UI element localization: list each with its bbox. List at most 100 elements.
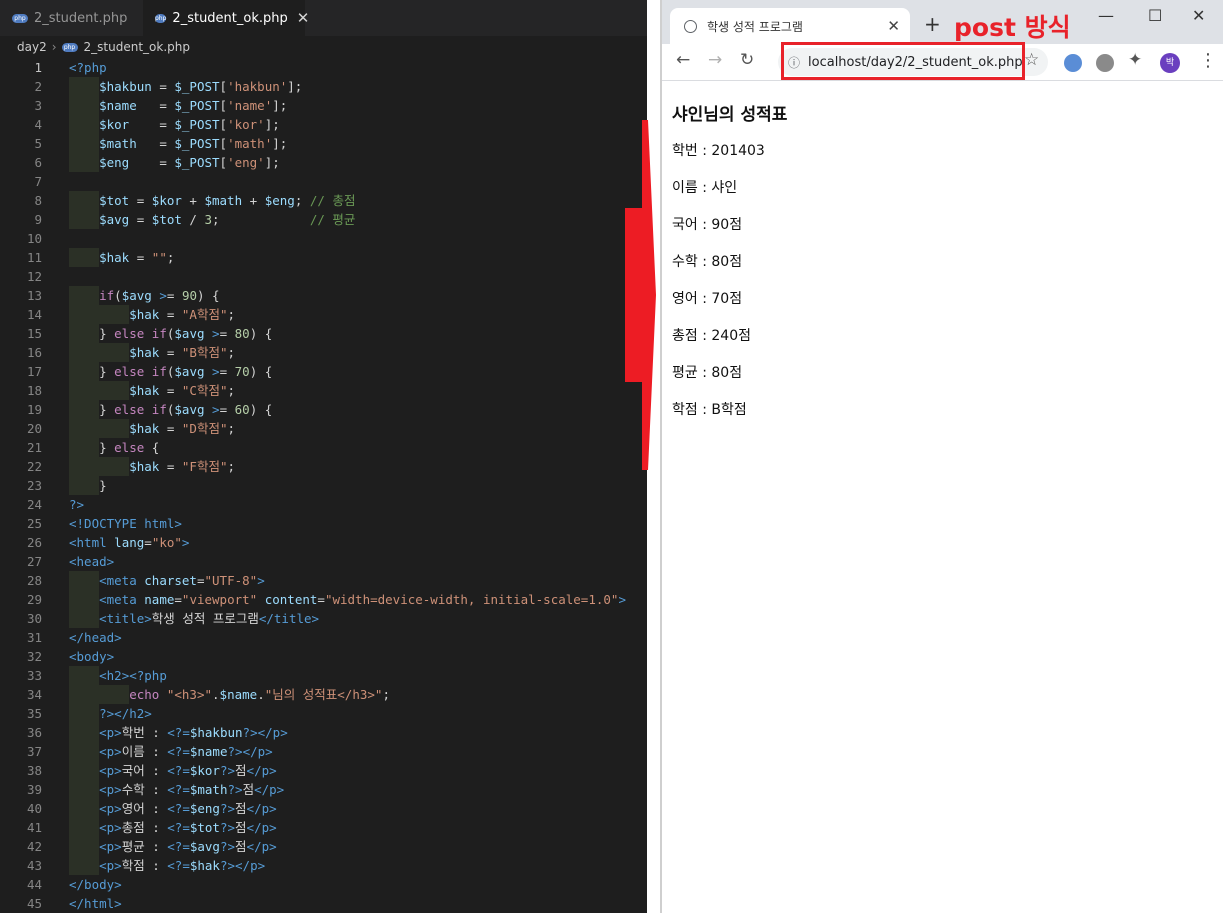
code-line[interactable]: 2 $hakbun = $_POST['hakbun']; [0, 77, 647, 96]
line-number: 3 [34, 98, 42, 113]
code-line[interactable]: 3 $name = $_POST['name']; [0, 96, 647, 115]
code-line[interactable]: 26 <html lang="ko"> [0, 533, 647, 552]
code-line[interactable]: 11 $hak = ""; [0, 248, 647, 267]
code-line[interactable]: 21 } else { [0, 438, 647, 457]
menu-dots-icon[interactable]: ⋮ [1199, 50, 1217, 71]
code-line[interactable]: 5 $math = $_POST['math']; [0, 134, 647, 153]
code-text: $name = $_POST['name']; [99, 98, 288, 113]
post-method-annotation: post 방식 [954, 13, 1071, 42]
line-number: 1 [34, 60, 42, 75]
line-number: 43 [26, 858, 42, 873]
code-text: <p>총점 : <?=$tot?>점</p> [99, 820, 277, 835]
tab-label: 2_student.php [34, 10, 128, 26]
code-text: <p>평균 : <?=$avg?>점</p> [99, 839, 277, 854]
code-line[interactable]: 24 ?> [0, 495, 647, 514]
browser-tab[interactable]: 학생 성적 프로그램 ✕ [670, 8, 910, 44]
new-tab-button[interactable]: + [924, 12, 941, 36]
browser-title-bar: 학생 성적 프로그램 ✕ + post 방식 — ☐ ✕ [662, 0, 1223, 44]
code-line[interactable]: 16 $hak = "B학점"; [0, 343, 647, 362]
code-text: $hakbun = $_POST['hakbun']; [99, 79, 303, 94]
code-line[interactable]: 19 } else if($avg >= 60) { [0, 400, 647, 419]
breadcrumb-file[interactable]: 2_student_ok.php [84, 40, 190, 54]
avatar[interactable]: 박 [1160, 53, 1180, 73]
code-line[interactable]: 38 <p>국어 : <?=$kor?>점</p> [0, 761, 647, 780]
code-lines[interactable]: 1 <?php 2 $hakbun = $_POST['hakbun']; 3 $na… [0, 58, 647, 913]
code-line[interactable]: 14 $hak = "A학점"; [0, 305, 647, 324]
code-line[interactable]: 33 <h2><?php [0, 666, 647, 685]
code-line[interactable]: 12 [0, 267, 647, 286]
line-number: 13 [26, 288, 42, 303]
code-line[interactable]: 23 } [0, 476, 647, 495]
puzzle-icon[interactable]: ✦ [1128, 50, 1142, 70]
window-close-icon[interactable]: ✕ [1192, 6, 1205, 25]
code-line[interactable]: 13 if($avg >= 90) { [0, 286, 647, 305]
code-line[interactable]: 10 [0, 229, 647, 248]
code-line[interactable]: 43 <p>학점 : <?=$hak?></p> [0, 856, 647, 875]
reload-icon[interactable]: ↻ [740, 50, 754, 70]
code-text: </head> [69, 630, 122, 645]
star-icon[interactable]: ☆ [1024, 50, 1039, 70]
tab-2-student-php[interactable]: php 2_student.php [0, 0, 143, 36]
code-line[interactable]: 37 <p>이름 : <?=$name?></p> [0, 742, 647, 761]
maximize-icon[interactable]: ☐ [1148, 6, 1162, 25]
close-icon[interactable]: ✕ [297, 9, 310, 27]
line-number: 18 [26, 383, 42, 398]
code-text: $hak = "C학점"; [129, 383, 236, 398]
code-line[interactable]: 6 $eng = $_POST['eng']; [0, 153, 647, 172]
grade-row: 이름 : 샤인 [672, 180, 738, 196]
breadcrumb-folder[interactable]: day2 [17, 40, 47, 54]
code-line[interactable]: 15 } else if($avg >= 80) { [0, 324, 647, 343]
code-line[interactable]: 25 <!DOCTYPE html> [0, 514, 647, 533]
tab-2-student-ok-php[interactable]: php 2_student_ok.php ✕ [143, 0, 309, 36]
browser-tab-title: 학생 성적 프로그램 [707, 19, 803, 34]
code-line[interactable]: 35 ?></h2> [0, 704, 647, 723]
code-line[interactable]: 28 <meta charset="UTF-8"> [0, 571, 647, 590]
code-text: } else { [69, 440, 160, 455]
line-number: 11 [26, 250, 42, 265]
code-text: <?php [69, 60, 107, 75]
settings-gear-icon[interactable] [1096, 54, 1114, 72]
code-line[interactable]: 4 $kor = $_POST['kor']; [0, 115, 647, 134]
code-text: <title>학생 성적 프로그램</title> [99, 611, 320, 626]
code-text: <meta name="viewport" content="width=dev… [99, 592, 626, 607]
code-line[interactable]: 40 <p>영어 : <?=$eng?>점</p> [0, 799, 647, 818]
code-line[interactable]: 44 </body> [0, 875, 647, 894]
code-line[interactable]: 30 <title>학생 성적 프로그램</title> [0, 609, 647, 628]
code-line[interactable]: 9 $avg = $tot / 3; // 평균 [0, 210, 647, 229]
code-line[interactable]: 1 <?php [0, 58, 647, 77]
back-arrow-icon[interactable]: ← [676, 50, 690, 70]
extension-icon[interactable] [1064, 54, 1082, 72]
code-line[interactable]: 22 $hak = "F학점"; [0, 457, 647, 476]
code-line[interactable]: 8 $tot = $kor + $math + $eng; // 총점 [0, 191, 647, 210]
code-line[interactable]: 20 $hak = "D학점"; [0, 419, 647, 438]
code-line[interactable]: 34 echo "<h3>".$name."님의 성적표</h3>"; [0, 685, 647, 704]
line-number: 19 [26, 402, 42, 417]
line-number: 32 [26, 649, 42, 664]
code-line[interactable]: 27 <head> [0, 552, 647, 571]
code-line[interactable]: 18 $hak = "C학점"; [0, 381, 647, 400]
code-text: $kor = $_POST['kor']; [99, 117, 280, 132]
code-line[interactable]: 31 </head> [0, 628, 647, 647]
code-text: <!DOCTYPE html> [69, 516, 182, 531]
code-line[interactable]: 39 <p>수학 : <?=$math?>점</p> [0, 780, 647, 799]
code-line[interactable]: 17 } else if($avg >= 70) { [0, 362, 647, 381]
code-text: $hak = "A학점"; [129, 307, 236, 322]
globe-icon [684, 19, 697, 33]
code-line[interactable]: 41 <p>총점 : <?=$tot?>점</p> [0, 818, 647, 837]
code-line[interactable]: 36 <p>학번 : <?=$hakbun?></p> [0, 723, 647, 742]
code-line[interactable]: 32 <body> [0, 647, 647, 666]
code-text: <h2><?php [99, 668, 167, 683]
code-line[interactable]: 45 </html> [0, 894, 647, 913]
line-number: 36 [26, 725, 42, 740]
close-icon[interactable]: ✕ [887, 17, 900, 35]
forward-arrow-icon[interactable]: → [708, 50, 722, 70]
code-line[interactable]: 29 <meta name="viewport" content="width=… [0, 590, 647, 609]
code-text: } else if($avg >= 80) { [69, 326, 273, 341]
line-number: 16 [26, 345, 42, 360]
code-editor[interactable]: php 2_student.php php 2_student_ok.php ✕… [0, 0, 647, 913]
code-text: <p>영어 : <?=$eng?>점</p> [99, 801, 277, 816]
line-number: 8 [34, 193, 42, 208]
code-line[interactable]: 42 <p>평균 : <?=$avg?>점</p> [0, 837, 647, 856]
code-line[interactable]: 7 [0, 172, 647, 191]
minimize-icon[interactable]: — [1098, 6, 1114, 25]
